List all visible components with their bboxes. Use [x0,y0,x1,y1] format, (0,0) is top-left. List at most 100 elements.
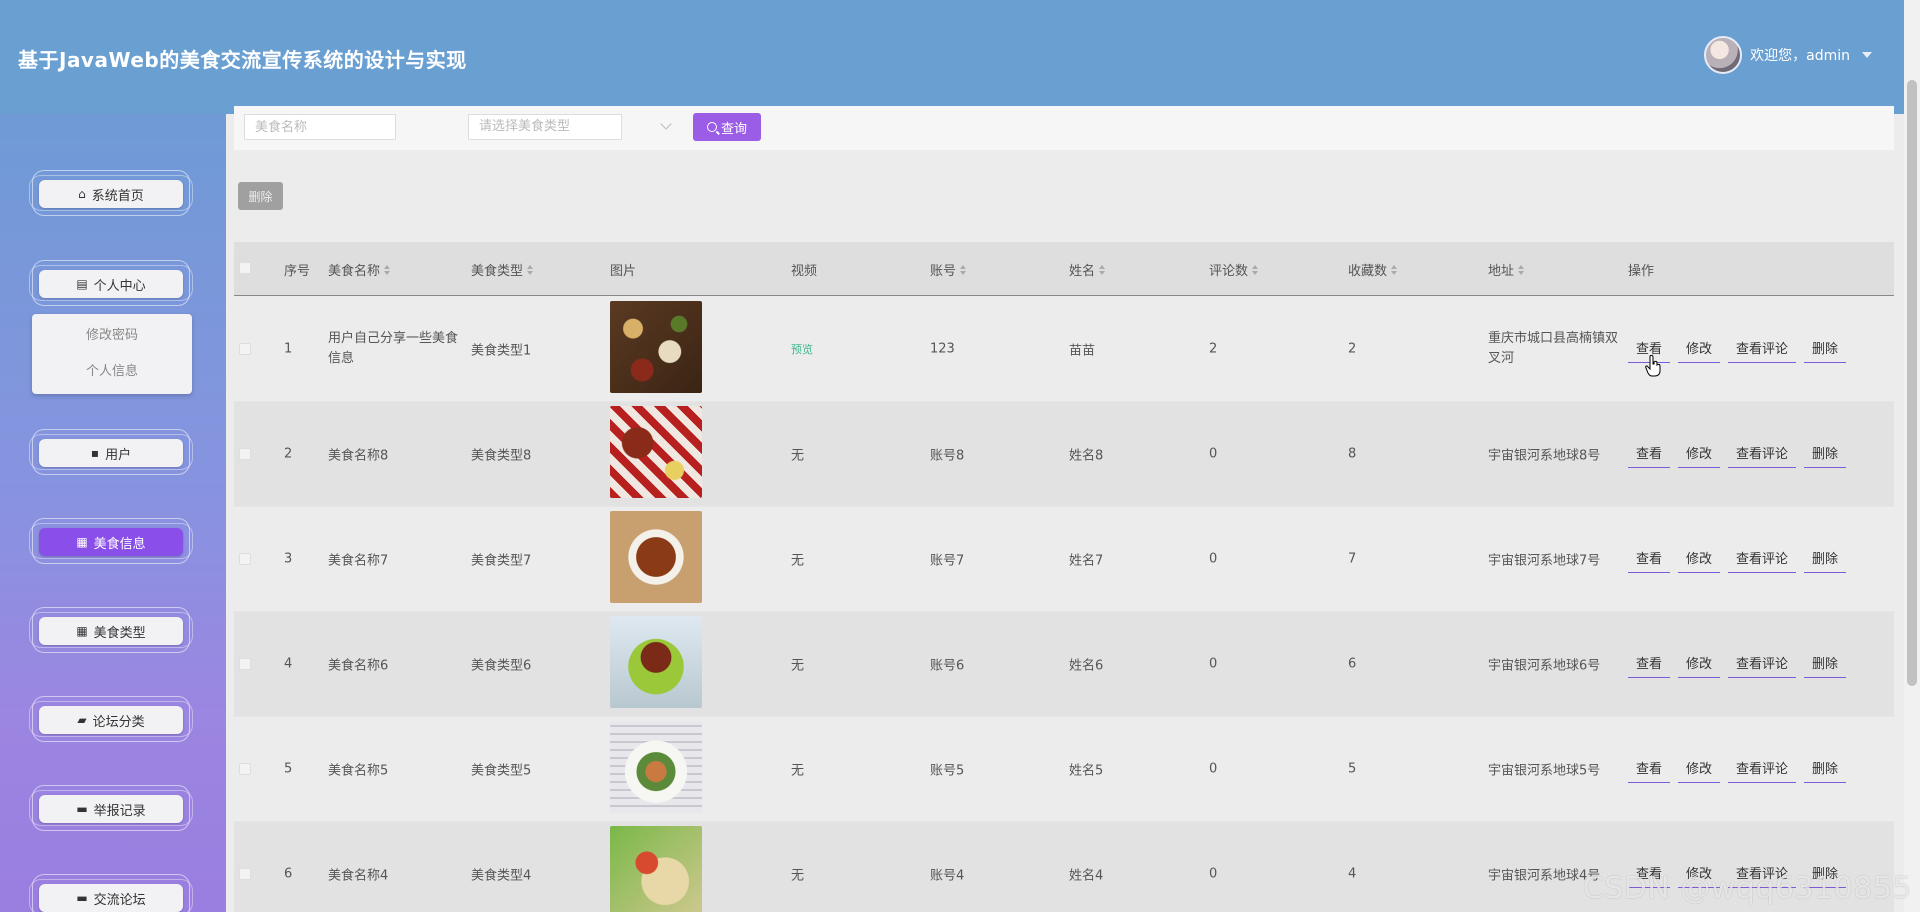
sidebar-item-users[interactable]: ▪ 用户 [29,429,193,475]
table-row: 3 美食名称7 美食类型7 无 账号7 姓名7 0 7 宇宙银河系地球7号 查看… [234,507,1894,612]
edit-button[interactable]: 修改 [1678,440,1721,468]
vertical-scrollbar[interactable] [1904,0,1920,912]
view-button[interactable]: 查看 [1628,755,1671,783]
video-preview-link[interactable]: 预览 [791,341,813,357]
cell-name: 用户自己分享一些美食信息 [328,331,459,366]
cell-name: 美食名称5 [328,763,389,779]
sort-icon[interactable] [1391,264,1398,275]
food-image [610,826,702,912]
cell-comments: 0 [1209,866,1218,882]
col-header-type[interactable]: 美食类型 [471,260,534,279]
user-menu[interactable]: 欢迎您，admin [1704,36,1872,74]
view-comments-button[interactable]: 查看评论 [1728,755,1797,783]
submenu-personal-info[interactable]: 个人信息 [32,354,192,390]
food-type-select[interactable]: 请选择美食类型 [468,114,622,140]
col-header-address[interactable]: 地址 [1488,260,1525,279]
card-icon: ▤ [76,277,88,291]
row-checkbox[interactable] [239,763,251,775]
submenu-change-password[interactable]: 修改密码 [32,318,192,354]
app-title: 基于JavaWeb的美食交流宣传系统的设计与实现 [18,48,467,72]
cell-comments: 0 [1209,551,1218,567]
cell-favorites: 2 [1348,341,1357,357]
cell-address: 宇宙银河系地球8号 [1488,448,1601,464]
food-image [610,301,702,393]
grid-icon: ▦ [76,535,88,549]
edit-button[interactable]: 修改 [1678,335,1721,363]
sidebar-item-food-type[interactable]: ▦ 美食类型 [29,607,193,653]
cell-address: 宇宙银河系地球7号 [1488,553,1601,569]
cell-video: 无 [791,658,805,674]
cell-no: 3 [284,551,293,567]
row-checkbox[interactable] [239,343,251,355]
cell-no: 4 [284,656,293,672]
select-all-checkbox[interactable] [239,262,251,274]
view-button[interactable]: 查看 [1628,440,1671,468]
food-image [610,721,702,813]
thumb-icon: ▰ [77,713,87,727]
col-header-favorites[interactable]: 收藏数 [1348,260,1398,279]
col-header-account[interactable]: 账号 [930,260,967,279]
food-name-input[interactable] [244,114,396,140]
cell-account: 账号6 [930,658,965,674]
sidebar-item-forum-category[interactable]: ▰ 论坛分类 [29,696,193,742]
sort-icon[interactable] [960,264,967,275]
sort-icon[interactable] [1099,264,1106,275]
delete-button[interactable]: 删除 [1804,650,1847,678]
sidebar-item-label: 用户 [105,447,132,463]
delete-button[interactable]: 删除 [1804,545,1847,573]
row-checkbox[interactable] [239,868,251,880]
sort-icon[interactable] [527,264,534,275]
sidebar-item-home[interactable]: ⌂ 系统首页 [29,170,193,216]
view-comments-button[interactable]: 查看评论 [1728,650,1797,678]
view-comments-button[interactable]: 查看评论 [1728,545,1797,573]
sort-icon[interactable] [384,264,391,275]
scrollbar-thumb[interactable] [1907,80,1917,686]
cell-name: 美食名称8 [328,448,389,464]
sidebar-item-report-records[interactable]: ▬ 举报记录 [29,785,193,831]
caret-down-icon[interactable] [1862,52,1872,58]
delete-button[interactable]: 删除 [1804,440,1847,468]
cell-video: 无 [791,868,805,884]
welcome-text[interactable]: 欢迎您，admin [1750,45,1850,65]
delete-button[interactable]: 删除 [1804,335,1847,363]
row-checkbox[interactable] [239,553,251,565]
cell-type: 美食类型8 [471,448,532,464]
avatar[interactable] [1704,36,1743,74]
sidebar-item-personal-center[interactable]: ▤ 个人中心 [29,260,193,306]
cell-account: 账号5 [930,763,965,779]
cell-account: 账号8 [930,448,965,464]
sidebar-item-label: 个人中心 [93,278,146,294]
col-header-comments[interactable]: 评论数 [1209,260,1259,279]
col-header-video: 视频 [791,264,818,279]
query-button[interactable]: 查询 [693,113,761,141]
cell-type: 美食类型4 [471,868,532,884]
delete-button[interactable]: 删除 [1804,755,1847,783]
sort-icon[interactable] [1252,264,1259,275]
monitor-icon: ▬ [76,802,88,816]
view-comments-button[interactable]: 查看评论 [1728,335,1797,363]
sidebar-item-label: 论坛分类 [92,714,145,730]
edit-button[interactable]: 修改 [1678,650,1721,678]
cell-person: 姓名8 [1069,448,1104,464]
cell-name: 美食名称4 [328,868,389,884]
cell-comments: 0 [1209,446,1218,462]
edit-button[interactable]: 修改 [1678,755,1721,783]
row-checkbox[interactable] [239,658,251,670]
cell-comments: 0 [1209,761,1218,777]
view-button[interactable]: 查看 [1628,545,1671,573]
sort-icon[interactable] [1518,264,1525,275]
edit-button[interactable]: 修改 [1678,545,1721,573]
view-button[interactable]: 查看 [1628,650,1671,678]
row-checkbox[interactable] [239,448,251,460]
cell-person: 姓名6 [1069,658,1104,674]
chevron-down-icon[interactable] [660,118,672,130]
col-header-person[interactable]: 姓名 [1069,260,1106,279]
cell-no: 2 [284,446,293,462]
col-header-name[interactable]: 美食名称 [328,260,391,279]
sidebar-item-forum[interactable]: ▬ 交流论坛 [29,874,193,912]
sidebar-item-label: 交流论坛 [93,892,146,908]
batch-delete-button[interactable]: 删除 [238,182,283,210]
view-comments-button[interactable]: 查看评论 [1728,440,1797,468]
sidebar-item-food-info[interactable]: ▦ 美食信息 [29,518,193,564]
query-button-label: 查询 [720,121,747,137]
